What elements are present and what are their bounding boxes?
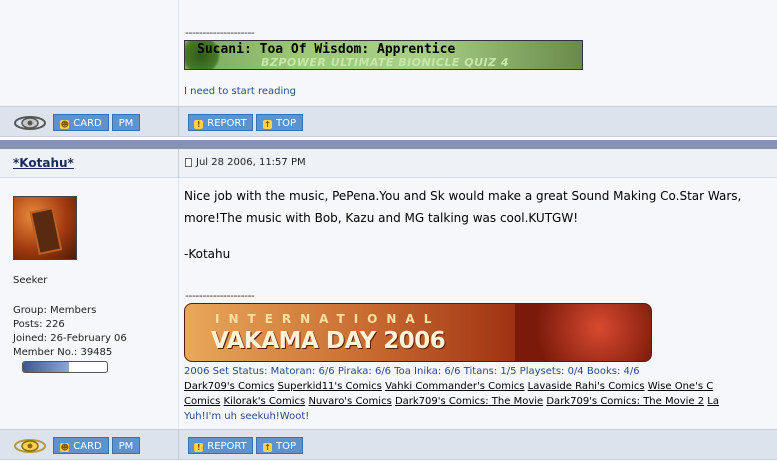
card-button[interactable]: ☻ CARD (53, 437, 109, 454)
member-group: Group: Members (13, 305, 97, 316)
report-button[interactable]: ! REPORT (188, 437, 253, 454)
set-status: 2006 Set Status: Matoran: 6/6 Piraka: 6/… (184, 366, 640, 377)
pm-button[interactable]: PM (112, 114, 140, 131)
report-icon: ! (194, 120, 204, 129)
pm-button-label: PM (118, 118, 134, 129)
report-icon: ! (194, 443, 204, 452)
post1-author-column (0, 0, 178, 106)
online-status-icon (14, 439, 46, 453)
post-body-line: -Kotahu (184, 247, 231, 261)
report-button[interactable]: ! REPORT (188, 114, 253, 131)
quiz-signature-banner: Sucani: Toa Of Wisdom: Apprentice BZPOWE… (184, 40, 583, 70)
comic-link[interactable]: Vahki Commander's Comics (385, 381, 524, 392)
comic-link[interactable]: Superkid11's Comics (277, 381, 381, 392)
user-icon: ☻ (60, 120, 70, 129)
reputation-bar (22, 361, 108, 373)
post-body-line: more!The music with Bob, Kazu and MG tal… (184, 211, 579, 225)
member-rank: Seeker (13, 275, 48, 286)
pm-button-label: PM (118, 441, 134, 452)
post-body: Nice job with the music, PePena.You and … (184, 185, 741, 265)
comic-link[interactable]: Wise One's C (648, 381, 713, 392)
arrow-up-icon: ↑ (262, 443, 272, 452)
user-icon: ☻ (60, 443, 70, 452)
member-info: Group: Members Posts: 226 Joined: 26-Feb… (13, 304, 127, 360)
top-button[interactable]: ↑ TOP (256, 437, 303, 454)
comic-link[interactable]: La (707, 396, 719, 407)
signature-footer: Yuh!I'm uh seekuh!Woot! (184, 411, 310, 422)
report-button-label: REPORT (207, 441, 247, 452)
online-status-icon (14, 116, 46, 130)
avatar (13, 196, 77, 260)
signature-text: I need to start reading (184, 86, 296, 97)
comic-link[interactable]: Kilorak's Comics (224, 396, 306, 407)
author-name[interactable]: *Kotahu* (13, 156, 74, 170)
banner-figure-image (515, 304, 651, 361)
post-body-line: Nice job with the music, PePena.You and … (184, 189, 742, 203)
comic-link[interactable]: Dark709's Comics (184, 381, 274, 392)
post-date: Jul 28 2006, 11:57 PM (196, 157, 306, 168)
card-button-label: CARD (73, 441, 102, 452)
arrow-up-icon: ↑ (262, 120, 272, 129)
comic-link[interactable]: Comics (184, 396, 220, 407)
member-posts: Posts: 226 (13, 319, 65, 330)
member-number: Member No.: 39485 (13, 347, 113, 358)
banner-subtitle: BZPOWER ULTIMATE BIONICLE QUIZ 4 (261, 56, 510, 69)
pm-button[interactable]: PM (112, 437, 140, 454)
comic-link[interactable]: Nuvaro's Comics (308, 396, 391, 407)
comic-link[interactable]: Dark709's Comics: The Movie 2 (546, 396, 704, 407)
comic-link[interactable]: Dark709's Comics: The Movie (395, 396, 543, 407)
action-bar-separator (178, 429, 179, 460)
top-button-label: TOP (275, 441, 296, 452)
post-divider (0, 140, 777, 149)
top-button[interactable]: ↑ TOP (256, 114, 303, 131)
member-joined: Joined: 26-February 06 (13, 333, 127, 344)
reputation-fill (23, 362, 70, 372)
signature-divider: -------------------- (185, 289, 255, 302)
comic-links-row-1: Dark709's Comics Superkid11's Comics Vah… (184, 381, 713, 392)
card-button-label: CARD (73, 118, 102, 129)
banner-top-text: INTERNATIONAL (215, 312, 441, 326)
post2-header-row (0, 149, 777, 178)
banner-main-text: VAKAMA DAY 2006 (211, 328, 446, 354)
comic-links-row-2: Comics Kilorak's Comics Nuvaro's Comics … (184, 396, 719, 407)
avatar-figure (29, 206, 63, 256)
report-button-label: REPORT (207, 118, 247, 129)
card-button[interactable]: ☻ CARD (53, 114, 109, 131)
signature-divider: -------------------- (185, 26, 255, 39)
post-icon (185, 158, 192, 167)
vakama-day-banner: INTERNATIONAL VAKAMA DAY 2006 (184, 303, 652, 362)
action-bar-separator (178, 106, 179, 137)
top-button-label: TOP (275, 118, 296, 129)
banner-title: Sucani: Toa Of Wisdom: Apprentice (197, 42, 456, 57)
comic-link[interactable]: Lavaside Rahi's Comics (528, 381, 645, 392)
